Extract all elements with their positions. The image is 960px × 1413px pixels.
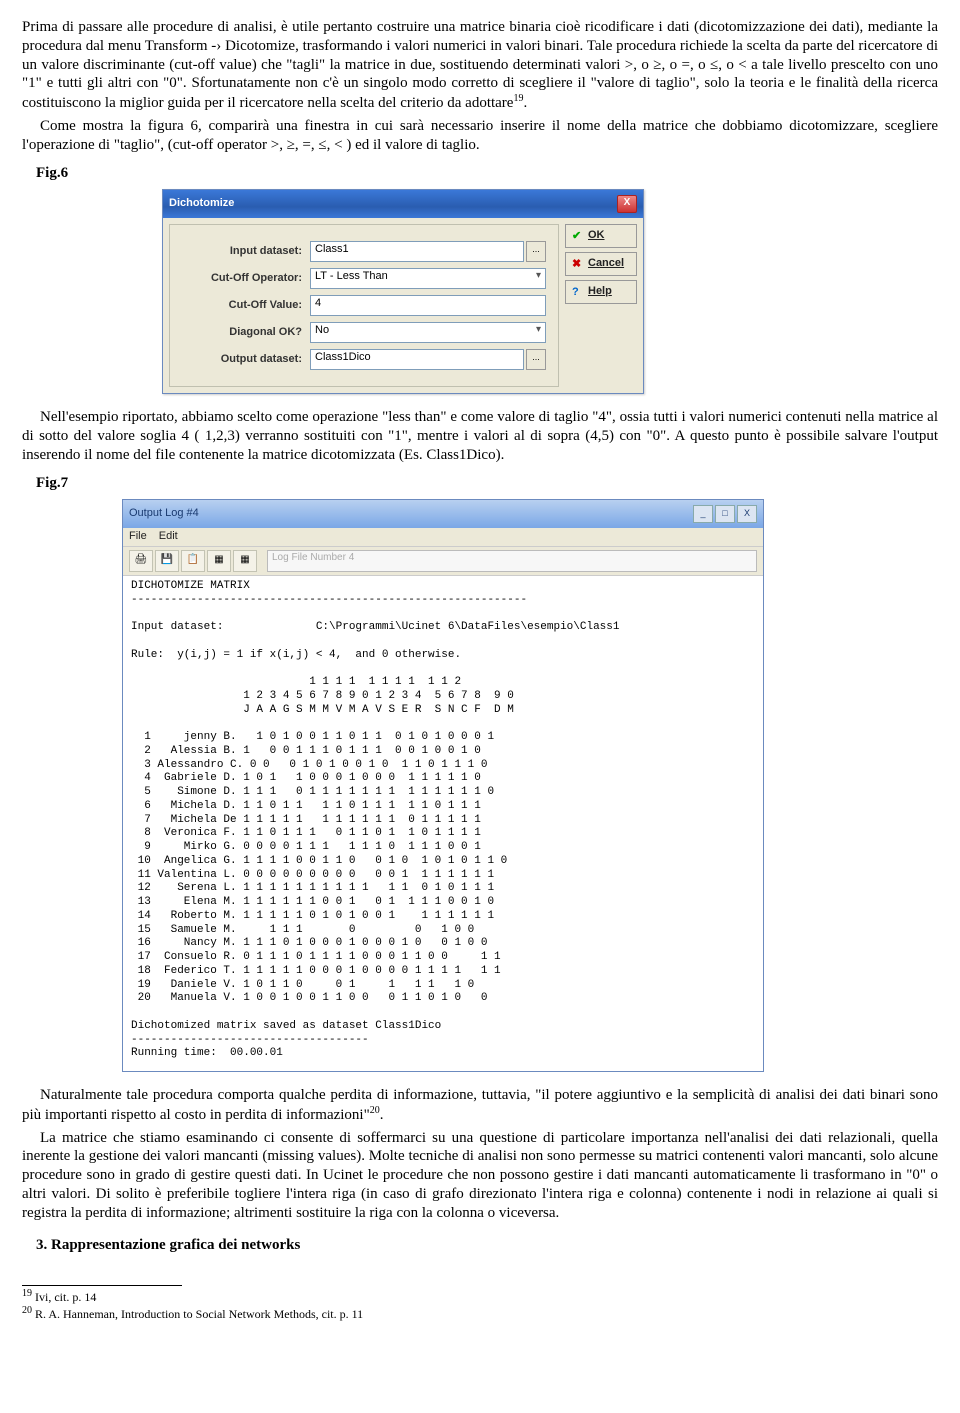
input-dataset-field[interactable]: Class1 <box>310 241 524 262</box>
cutoff-value-label: Cut-Off Value: <box>182 299 310 313</box>
help-icon <box>572 286 584 298</box>
cancel-button[interactable]: Cancel <box>565 252 637 276</box>
paragraph-2: Come mostra la figura 6, comparirà una f… <box>22 117 938 155</box>
footnote-separator <box>22 1285 182 1286</box>
diagonal-ok-label: Diagonal OK? <box>182 326 310 340</box>
save-icon[interactable]: 💾 <box>155 550 179 572</box>
grid-icon[interactable]: ▦ <box>207 550 231 572</box>
output-dataset-label: Output dataset: <box>182 353 310 367</box>
log-file-field: Log File Number 4 <box>267 550 757 572</box>
check-icon <box>572 230 584 242</box>
output-titlebar: Output Log #4 _ □ X <box>123 500 763 528</box>
grid2-icon[interactable]: ▦ <box>233 550 257 572</box>
dialog-title: Dichotomize <box>169 197 234 211</box>
ok-button[interactable]: OK <box>565 224 637 248</box>
footnote-ref-20: 20 <box>370 1105 380 1116</box>
menu-edit[interactable]: Edit <box>159 530 178 544</box>
copy-icon[interactable]: 📋 <box>181 550 205 572</box>
paragraph-5: La matrice che stiamo esaminando ci cons… <box>22 1129 938 1223</box>
output-text: DICHOTOMIZE MATRIX ---------------------… <box>123 576 763 1071</box>
minimize-button[interactable]: _ <box>693 505 713 523</box>
close-output-button[interactable]: X <box>737 505 757 523</box>
dichotomize-dialog: Dichotomize X Input dataset: Class1 ... … <box>162 189 644 394</box>
menu-file[interactable]: File <box>129 530 147 544</box>
paragraph-3: Nell'esempio riportato, abbiamo scelto c… <box>22 408 938 464</box>
input-dataset-label: Input dataset: <box>182 245 310 259</box>
footnote-19: 19 Ivi, cit. p. 14 <box>22 1288 938 1305</box>
footnote-20: 20 R. A. Hanneman, Introduction to Socia… <box>22 1305 938 1322</box>
figure-6-label: Fig.6 <box>36 164 938 183</box>
output-log-window: Output Log #4 _ □ X File Edit 🖨 💾 📋 ▦ ▦ … <box>122 499 764 1072</box>
browse-input-button[interactable]: ... <box>526 241 546 262</box>
help-button[interactable]: Help <box>565 280 637 304</box>
figure-7-label: Fig.7 <box>36 474 938 493</box>
output-dataset-field[interactable]: Class1Dico <box>310 349 524 370</box>
section-3-title: 3. Rappresentazione grafica dei networks <box>36 1236 938 1255</box>
cutoff-operator-label: Cut-Off Operator: <box>182 272 310 286</box>
output-title: Output Log #4 <box>129 507 199 521</box>
cutoff-operator-select[interactable]: LT - Less Than <box>310 268 546 289</box>
close-button[interactable]: X <box>617 195 637 213</box>
footnote-ref-19: 19 <box>513 93 523 104</box>
browse-output-button[interactable]: ... <box>526 349 546 370</box>
diagonal-ok-select[interactable]: No <box>310 322 546 343</box>
cutoff-value-field[interactable]: 4 <box>310 295 546 316</box>
dialog-titlebar: Dichotomize X <box>163 190 643 218</box>
maximize-button[interactable]: □ <box>715 505 735 523</box>
paragraph-1: Prima di passare alle procedure di anali… <box>22 18 938 113</box>
paragraph-4: Naturalmente tale procedura comporta qua… <box>22 1086 938 1125</box>
x-icon <box>572 258 584 270</box>
print-icon[interactable]: 🖨 <box>129 550 153 572</box>
